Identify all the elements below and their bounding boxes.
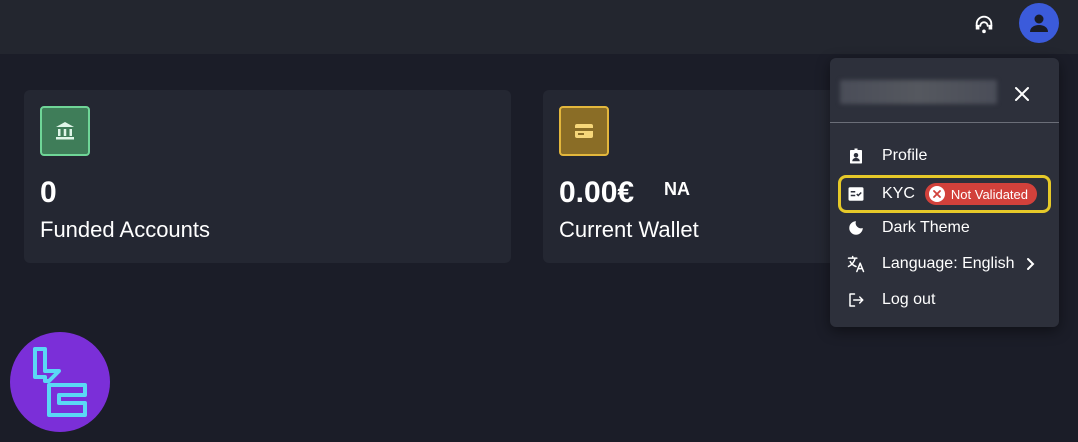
- bank-icon: [56, 122, 74, 140]
- close-icon: [1015, 87, 1029, 101]
- avatar-button[interactable]: [1019, 3, 1059, 43]
- menu-item-profile[interactable]: Profile: [838, 139, 1051, 173]
- error-circle-icon: [928, 186, 945, 202]
- person-icon: [1030, 14, 1048, 32]
- menu-divider: [830, 122, 1059, 123]
- brand-logo: [10, 332, 110, 432]
- current-wallet-value: 0.00€: [559, 176, 635, 209]
- checklist-icon: [846, 184, 866, 204]
- user-name-redacted: [840, 80, 997, 104]
- current-wallet-label: Current Wallet: [559, 217, 699, 242]
- logout-icon: [846, 290, 866, 310]
- menu-item-dark-theme-label: Dark Theme: [882, 219, 970, 236]
- moon-icon: [846, 218, 866, 238]
- support-button[interactable]: [970, 10, 998, 38]
- kyc-status-badge: Not Validated: [924, 183, 1037, 205]
- translate-icon: [846, 254, 866, 274]
- user-menu: Profile KYC Not Validated Dark Theme Lan…: [830, 58, 1059, 327]
- wallet-icon: [575, 124, 593, 138]
- menu-item-kyc[interactable]: KYC Not Validated: [838, 175, 1051, 213]
- menu-item-logout[interactable]: Log out: [838, 283, 1051, 317]
- menu-item-language-label: Language: English: [882, 255, 1015, 272]
- current-wallet-currency: NA: [664, 179, 690, 199]
- menu-item-profile-label: Profile: [882, 147, 928, 164]
- current-wallet-card: 0.00€ NA Current Wallet: [543, 90, 843, 263]
- menu-item-language[interactable]: Language: English: [838, 247, 1051, 281]
- funded-accounts-value: 0: [40, 176, 57, 209]
- close-menu-button[interactable]: [1010, 82, 1034, 106]
- funded-accounts-label: Funded Accounts: [40, 217, 211, 242]
- menu-item-logout-label: Log out: [882, 291, 936, 308]
- funded-accounts-card: 0 Funded Accounts: [24, 90, 511, 263]
- top-bar: [0, 0, 1078, 54]
- menu-item-kyc-label: KYC: [882, 185, 915, 202]
- chevron-right-icon: [1025, 257, 1035, 271]
- funded-accounts-icon-box: [40, 106, 90, 156]
- menu-item-dark-theme[interactable]: Dark Theme: [838, 211, 1051, 245]
- headset-icon: [975, 15, 993, 34]
- current-wallet-icon-box: [559, 106, 609, 156]
- kyc-status-text: Not Validated: [950, 186, 1028, 202]
- brand-logo-icon: [33, 347, 87, 417]
- badge-id-icon: [846, 146, 866, 166]
